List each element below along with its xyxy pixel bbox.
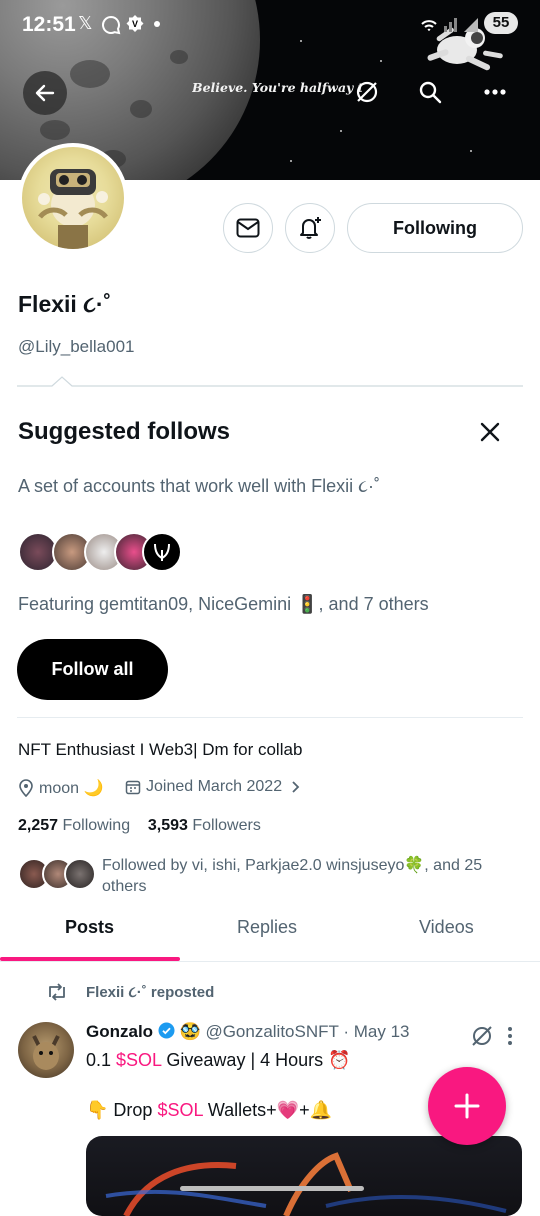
battery-indicator: 55 [484,12,518,34]
divider-caret [17,376,523,387]
follow-counts: 2,257 Following 3,593 Followers [18,817,261,835]
repost-context: Flexii ૮·˚ reposted [46,983,214,1001]
author-emoji: 🥸 [179,1022,201,1041]
notifications-button[interactable] [285,203,335,253]
back-arrow-icon [35,84,55,102]
suggested-follows-description: A set of accounts that work well with Fl… [18,476,381,496]
post-text: Giveaway | 4 Hours ⏰ [161,1050,351,1070]
display-name: Flexii ૮·˚ [18,291,112,317]
post-author-handle[interactable]: @GonzalitoSNFT [205,1022,338,1041]
search-button[interactable] [410,72,450,112]
suggested-avatar[interactable] [142,532,182,572]
tab-posts[interactable]: Posts [65,917,114,938]
follow-all-button[interactable]: Follow all [17,639,168,700]
following-button[interactable]: Following [347,203,523,253]
post-text: Wallets+💗+🔔 [202,1100,333,1120]
more-icon [484,89,506,95]
followers-count: 3,593 [147,817,188,834]
profile-avatar[interactable] [18,143,128,253]
post-more-button[interactable] [492,1016,528,1056]
repost-label: Flexii ૮·˚ reposted [86,983,215,1001]
home-indicator[interactable] [180,1186,364,1191]
repost-icon [49,983,65,1001]
featuring-text: Featuring gemtitan09, NiceGemini 🚦, and … [18,594,429,614]
post-text: 0.1 [86,1050,117,1070]
dismiss-suggestions-button[interactable] [470,412,510,452]
following-label: Following [62,817,131,834]
plus-icon [454,1093,480,1119]
location-text: moon 🌙 [39,780,104,797]
cashtag-link[interactable]: $SOL [116,1050,161,1070]
back-button[interactable] [23,71,67,115]
suggested-follows-title: Suggested follows [18,418,231,445]
chevron-right-icon [292,781,300,793]
post-author-avatar[interactable] [18,1022,74,1078]
following-count: 2,257 [18,817,59,834]
message-button[interactable] [223,203,273,253]
location: moon 🌙 [18,778,103,798]
post-date[interactable]: May 13 [354,1022,410,1041]
user-handle: @Lily_bella001 [18,337,135,356]
chat-icon [102,15,121,35]
x-logo-icon: 𝕏 [78,13,93,33]
signal-icon [421,18,478,32]
divider [17,717,523,718]
follower-avatar [64,858,96,890]
followed-by-text[interactable]: Followed by vi, ishi, Parkjae2.0 winsjus… [102,855,512,897]
status-time: 12:51 [22,13,76,36]
search-icon [419,81,442,104]
joined-text: Joined March 2022 [146,778,283,795]
followers-count-link[interactable]: 3,593 Followers [148,817,261,834]
more-button[interactable] [475,72,515,112]
verified-icon [158,1022,175,1039]
following-count-link[interactable]: 2,257 Following [18,817,130,834]
close-icon [480,422,500,442]
grok-button[interactable] [347,72,387,112]
cashtag-link[interactable]: $SOL [157,1100,202,1120]
post-author-name[interactable]: Gonzalo [86,1022,153,1041]
notification-dot-icon [154,21,160,27]
location-icon [19,779,33,797]
bell-plus-icon [300,217,321,239]
post-text: 👇 Drop [86,1100,158,1120]
profile-bio: NFT Enthusiast I Web3| Dm for collab [18,740,303,759]
mail-icon [236,218,260,238]
post-text-line: 👇 Drop $SOL Wallets+💗+🔔 [86,1100,332,1121]
post-header: Gonzalo 🥸 @GonzalitoSNFT · May 13 [86,1022,409,1042]
followers-label: Followers [192,817,261,834]
more-vertical-icon [508,1027,512,1045]
post-media[interactable] [86,1136,522,1216]
vpn-icon: V [126,15,144,32]
tab-videos[interactable]: Videos [419,917,474,938]
tabs-divider [0,961,540,962]
joined-date[interactable]: Joined March 2022 [125,778,301,796]
tab-replies[interactable]: Replies [237,917,297,938]
svg-text:V: V [132,19,138,29]
compose-post-button[interactable] [428,1067,506,1145]
calendar-icon [125,780,141,795]
grok-icon [356,81,378,103]
logo-icon [154,543,170,561]
post-text-line: 0.1 $SOL Giveaway | 4 Hours ⏰ [86,1050,351,1071]
post-separator: · [343,1022,349,1041]
grok-icon [472,1026,492,1046]
banner-quote: Believe. You're halfway the [192,80,362,95]
